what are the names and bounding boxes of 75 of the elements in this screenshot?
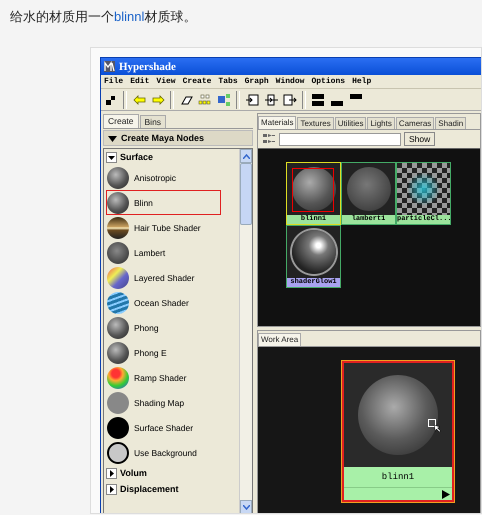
shader-swatch-icon	[107, 292, 129, 314]
shader-swatch-icon	[107, 416, 129, 438]
tab[interactable]: Create	[103, 114, 139, 128]
tab[interactable]: Bins	[140, 115, 166, 128]
menu-item[interactable]: File	[104, 77, 124, 86]
section-title: Create Maya Nodes	[121, 133, 204, 143]
tab[interactable]: Work Area	[258, 333, 302, 346]
node-item[interactable]: Shading Map	[106, 390, 239, 415]
shader-swatch-icon	[107, 242, 129, 264]
scroll-thumb[interactable]	[240, 163, 252, 225]
scroll-down-icon[interactable]	[240, 500, 252, 513]
sphere-drawing	[346, 167, 390, 211]
category-header[interactable]: Surface	[104, 149, 239, 165]
sphere-drawing	[397, 163, 450, 215]
shader-swatch-icon	[107, 442, 129, 464]
node-item[interactable]: Surface Shader	[106, 415, 239, 440]
tab[interactable]: Cameras	[396, 117, 434, 129]
node-item[interactable]: Layered Shader	[106, 265, 239, 290]
shader-swatch-icon	[107, 192, 129, 214]
shader-swatch-icon	[107, 216, 129, 238]
scrollbar[interactable]	[239, 149, 252, 513]
node-item[interactable]: Anisotropic	[106, 165, 239, 190]
node-label: blinn1	[344, 467, 452, 487]
tab[interactable]: Utilities	[334, 117, 366, 129]
node-item[interactable]: Use Background	[106, 440, 239, 465]
menu-item[interactable]: Options	[311, 77, 346, 86]
tab[interactable]: Textures	[297, 117, 334, 129]
menu-item[interactable]: Edit	[130, 77, 150, 86]
category-header[interactable]: Volum	[104, 465, 239, 481]
arrow-right-icon[interactable]	[151, 92, 165, 106]
cursor-icon	[428, 419, 442, 433]
shader-swatch-icon	[107, 316, 129, 338]
show-button[interactable]: Show	[404, 132, 436, 146]
triangle-down-icon[interactable]	[108, 134, 117, 142]
filter-field[interactable]	[279, 132, 401, 146]
menu-item[interactable]: Help	[352, 77, 372, 86]
shader-node[interactable]: blinn1	[342, 361, 454, 502]
sphere-drawing	[292, 230, 336, 274]
tab[interactable]: Shadin	[435, 117, 466, 129]
expand-toggle-icon[interactable]	[106, 484, 117, 494]
node-item[interactable]: Lambert	[106, 240, 239, 265]
shader-swatch-icon	[107, 266, 129, 288]
window-title: Hypershade	[119, 60, 176, 72]
shader-swatch-icon	[107, 366, 129, 388]
node-item[interactable]: Ocean Shader	[106, 290, 239, 315]
arrow-left-icon[interactable]	[132, 92, 146, 106]
expand-toggle-icon[interactable]	[106, 468, 117, 478]
output-arrow-icon[interactable]	[442, 490, 450, 498]
tab[interactable]: Lights	[367, 117, 395, 129]
output-connections-icon[interactable]	[283, 92, 297, 106]
input-connections-icon[interactable]	[245, 92, 259, 106]
shader-swatch-icon	[107, 166, 129, 188]
category-header[interactable]: Displacement	[104, 481, 239, 497]
menu-item[interactable]: Create	[182, 77, 212, 86]
split-layout-icon[interactable]	[311, 92, 325, 106]
section-header[interactable]: Create Maya Nodes	[103, 130, 253, 146]
node-graph-icon[interactable]	[217, 92, 231, 106]
expand-toggle-icon[interactable]	[106, 152, 117, 162]
node-item[interactable]: Hair Tube Shader	[106, 215, 239, 240]
node-item[interactable]: Phong	[106, 315, 239, 340]
menu-item[interactable]: Window	[276, 77, 304, 86]
shader-swatch-icon	[107, 342, 129, 364]
menu-item[interactable]: Graph	[244, 77, 269, 86]
input-output-icon[interactable]	[264, 92, 278, 106]
article-text: 给水的材质用一个blinnl材质球。	[10, 8, 198, 26]
node-item[interactable]: Phong E	[106, 340, 239, 365]
node-grid-icon[interactable]	[198, 92, 212, 106]
node-item[interactable]: Blinn	[106, 190, 221, 215]
tab[interactable]: Materials	[258, 116, 296, 129]
menu-item[interactable]: Tabs	[218, 77, 238, 86]
scroll-up-icon[interactable]	[240, 149, 252, 163]
filter-icon[interactable]	[262, 132, 276, 146]
shader-swatch-icon	[107, 392, 129, 414]
node-item[interactable]: Ramp Shader	[106, 365, 239, 390]
menu-item[interactable]: View	[156, 77, 176, 86]
